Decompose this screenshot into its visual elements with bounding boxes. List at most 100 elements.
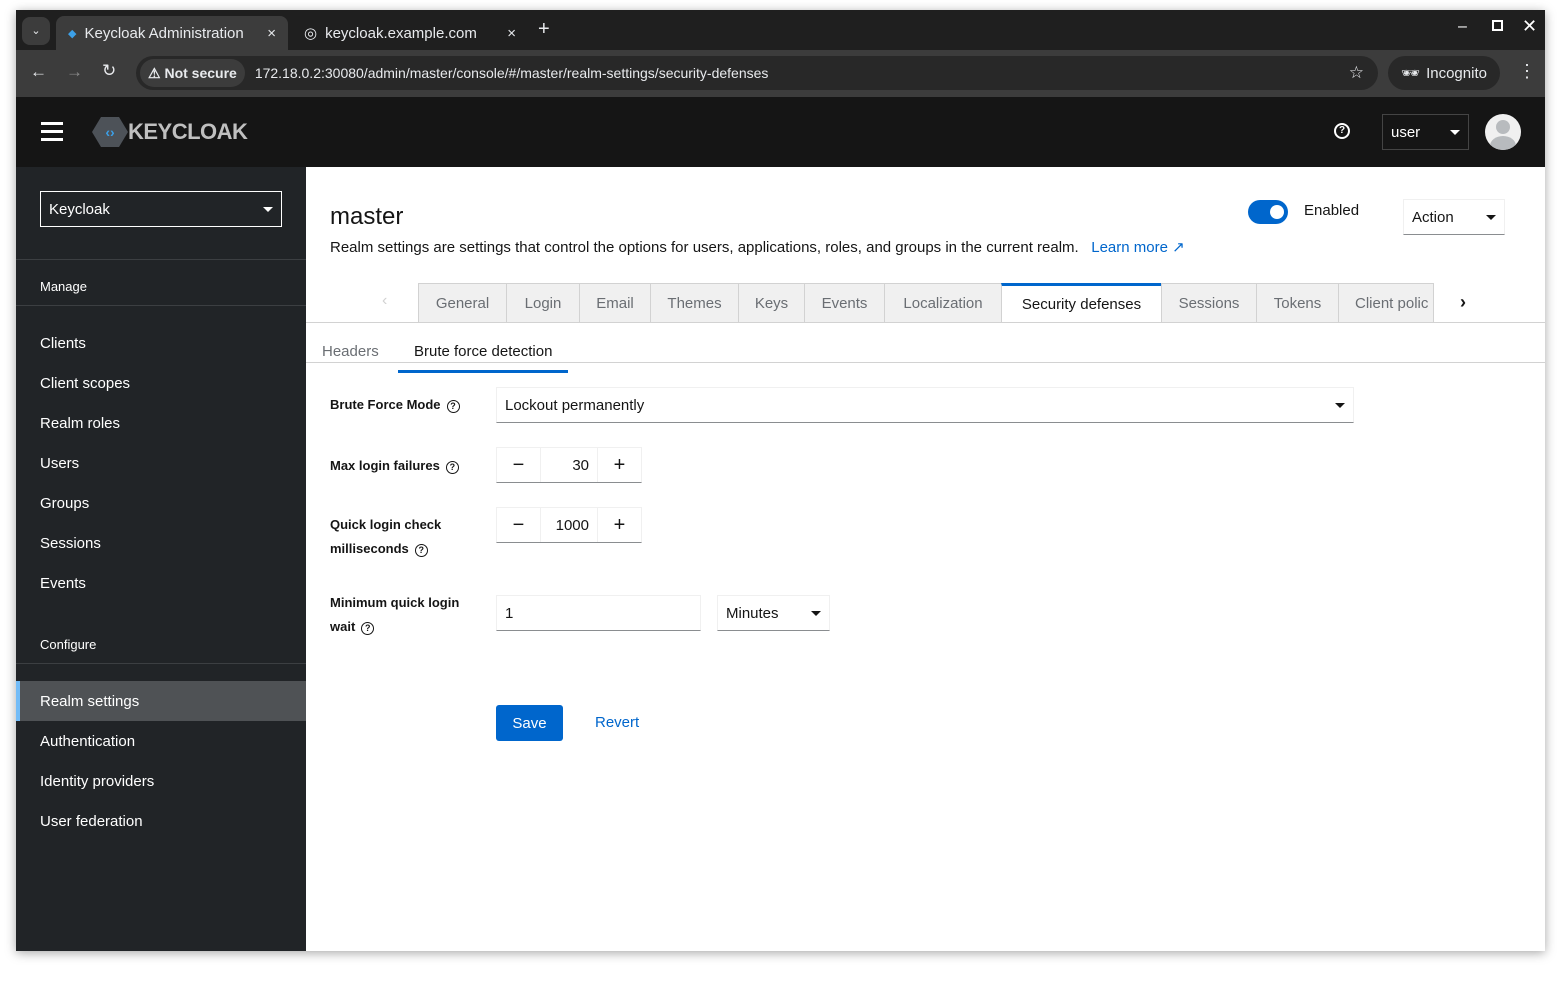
page-title: master — [330, 203, 404, 230]
bookmark-star-icon[interactable]: ☆ — [1349, 63, 1364, 83]
user-dropdown[interactable]: user — [1382, 114, 1469, 150]
keycloak-logo-icon: ‹› — [92, 117, 128, 147]
enabled-toggle[interactable] — [1248, 200, 1288, 224]
help-icon[interactable]: ? — [361, 622, 375, 635]
browser-tab[interactable]: ◎ keycloak.example.com × — [292, 16, 528, 50]
plus-button[interactable]: + — [598, 448, 641, 482]
tab-login[interactable]: Login — [506, 283, 580, 323]
external-link-icon: ↗ — [1172, 239, 1185, 256]
help-icon[interactable]: ? — [414, 544, 428, 557]
close-tab-icon[interactable]: × — [267, 25, 276, 42]
save-button[interactable]: Save — [496, 705, 563, 741]
tab-email[interactable]: Email — [579, 283, 651, 323]
tab-themes[interactable]: Themes — [650, 283, 739, 323]
sidebar-item-client-scopes[interactable]: Client scopes — [16, 363, 306, 403]
tab-client-policies[interactable]: Client polic — [1338, 283, 1434, 323]
tab-tokens[interactable]: Tokens — [1256, 283, 1339, 323]
quick-login-check-label: Quick login check milliseconds? — [330, 513, 441, 561]
sidebar-item-users[interactable]: Users — [16, 443, 306, 483]
subtab-headers[interactable]: Headers — [322, 343, 379, 360]
sidebar-item-sessions[interactable]: Sessions — [16, 523, 306, 563]
close-window-button[interactable]: ✕ — [1522, 16, 1537, 37]
sidebar-item-identity-providers[interactable]: Identity providers — [16, 761, 306, 801]
main-content: master Realm settings are settings that … — [306, 167, 1545, 951]
reload-icon[interactable]: ↻ — [102, 61, 116, 81]
caret-down-icon — [1486, 214, 1496, 220]
tab-sessions[interactable]: Sessions — [1161, 283, 1257, 323]
minus-button[interactable]: − — [497, 448, 540, 482]
sidebar-item-clients[interactable]: Clients — [16, 323, 306, 363]
new-tab-button[interactable]: + — [538, 18, 550, 41]
subtabs-divider — [306, 362, 1545, 363]
globe-icon: ◎ — [304, 25, 318, 42]
tab-title: Keycloak Administration — [84, 24, 244, 42]
user-name: user — [1391, 123, 1421, 141]
brute-force-mode-select[interactable]: Lockout permanently — [496, 387, 1354, 423]
input-value: 1 — [505, 604, 514, 622]
scroll-left-icon[interactable]: ‹ — [382, 292, 387, 310]
label-text: Quick login check — [330, 517, 442, 532]
caret-down-icon — [1335, 402, 1345, 408]
revert-button[interactable]: Revert — [595, 714, 639, 731]
section-configure: Configure — [40, 637, 97, 652]
select-value: Minutes — [726, 604, 779, 622]
sidebar-item-user-federation[interactable]: User federation — [16, 801, 306, 841]
incognito-badge[interactable]: 🕶 Incognito — [1388, 56, 1500, 90]
minimum-quick-login-wait-input[interactable]: 1 — [496, 595, 701, 631]
subtab-brute-force-detection[interactable]: Brute force detection — [398, 333, 569, 373]
sidebar-item-realm-settings[interactable]: Realm settings — [16, 681, 306, 721]
sidebar-item-events[interactable]: Events — [16, 563, 306, 603]
help-icon[interactable]: ? — [1334, 123, 1350, 139]
forward-icon[interactable]: → — [66, 62, 83, 82]
sidebar-item-realm-roles[interactable]: Realm roles — [16, 403, 306, 443]
label-text: Max login failures — [330, 458, 440, 473]
help-icon[interactable]: ? — [446, 400, 460, 413]
browser-tab-active[interactable]: ◆ Keycloak Administration × — [56, 16, 288, 50]
divider — [16, 259, 306, 260]
sidebar: Keycloak Manage Clients Client scopes Re… — [16, 167, 306, 951]
hamburger-menu-icon[interactable] — [41, 122, 63, 141]
tab-keys[interactable]: Keys — [738, 283, 805, 323]
action-label: Action — [1412, 208, 1454, 226]
stepper-value[interactable]: 30 — [540, 448, 598, 482]
label-text: Minimum quick login — [330, 595, 460, 610]
tab-security-defenses[interactable]: Security defenses — [1001, 283, 1162, 323]
tab-search-button[interactable]: ⌄ — [22, 17, 50, 45]
close-tab-icon[interactable]: × — [507, 25, 516, 42]
back-icon[interactable]: ← — [30, 62, 47, 82]
tab-events[interactable]: Events — [804, 283, 885, 323]
maximize-button[interactable] — [1492, 20, 1503, 31]
help-icon[interactable]: ? — [445, 461, 459, 474]
minus-button[interactable]: − — [497, 508, 540, 542]
minimize-button[interactable]: – — [1458, 18, 1467, 36]
scroll-right-icon[interactable]: › — [1460, 292, 1466, 313]
wait-unit-select[interactable]: Minutes — [717, 595, 830, 631]
tab-strip: ⌄ ◆ Keycloak Administration × ◎ keycloak… — [16, 10, 1545, 50]
logo-text: KEYCLOAK — [128, 119, 248, 144]
sidebar-item-groups[interactable]: Groups — [16, 483, 306, 523]
select-value: Lockout permanently — [505, 396, 645, 414]
not-secure-badge[interactable]: ⚠ Not secure — [140, 59, 245, 87]
caret-down-icon — [811, 610, 821, 616]
caret-down-icon — [263, 206, 273, 212]
plus-button[interactable]: + — [598, 508, 641, 542]
browser-menu-icon[interactable]: ⋮ — [1518, 61, 1536, 82]
keycloak-logo[interactable]: ‹› KEYCLOAK — [92, 117, 248, 147]
stepper-value[interactable]: 1000 — [540, 508, 598, 542]
max-login-failures-stepper[interactable]: −30 + — [496, 447, 642, 483]
realm-selector[interactable]: Keycloak — [40, 191, 282, 227]
url-bar[interactable]: ⚠ Not secure 172.18.0.2:30080/admin/mast… — [136, 56, 1378, 90]
tab-general[interactable]: General — [418, 283, 507, 323]
label-text: wait — [330, 619, 356, 634]
tab-localization[interactable]: Localization — [884, 283, 1002, 323]
incognito-icon: 🕶 — [1401, 65, 1421, 82]
masthead: ‹› KEYCLOAK ? user — [16, 97, 1545, 167]
action-dropdown[interactable]: Action — [1403, 199, 1505, 235]
max-login-failures-label: Max login failures? — [330, 454, 459, 478]
url-text: 172.18.0.2:30080/admin/master/console/#/… — [254, 65, 769, 81]
avatar[interactable] — [1485, 114, 1521, 150]
sidebar-item-authentication[interactable]: Authentication — [16, 721, 306, 761]
learn-more-link[interactable]: Learn more — [1091, 239, 1168, 256]
tabs-divider — [306, 322, 1545, 323]
quick-login-check-stepper[interactable]: −1000 + — [496, 507, 642, 543]
